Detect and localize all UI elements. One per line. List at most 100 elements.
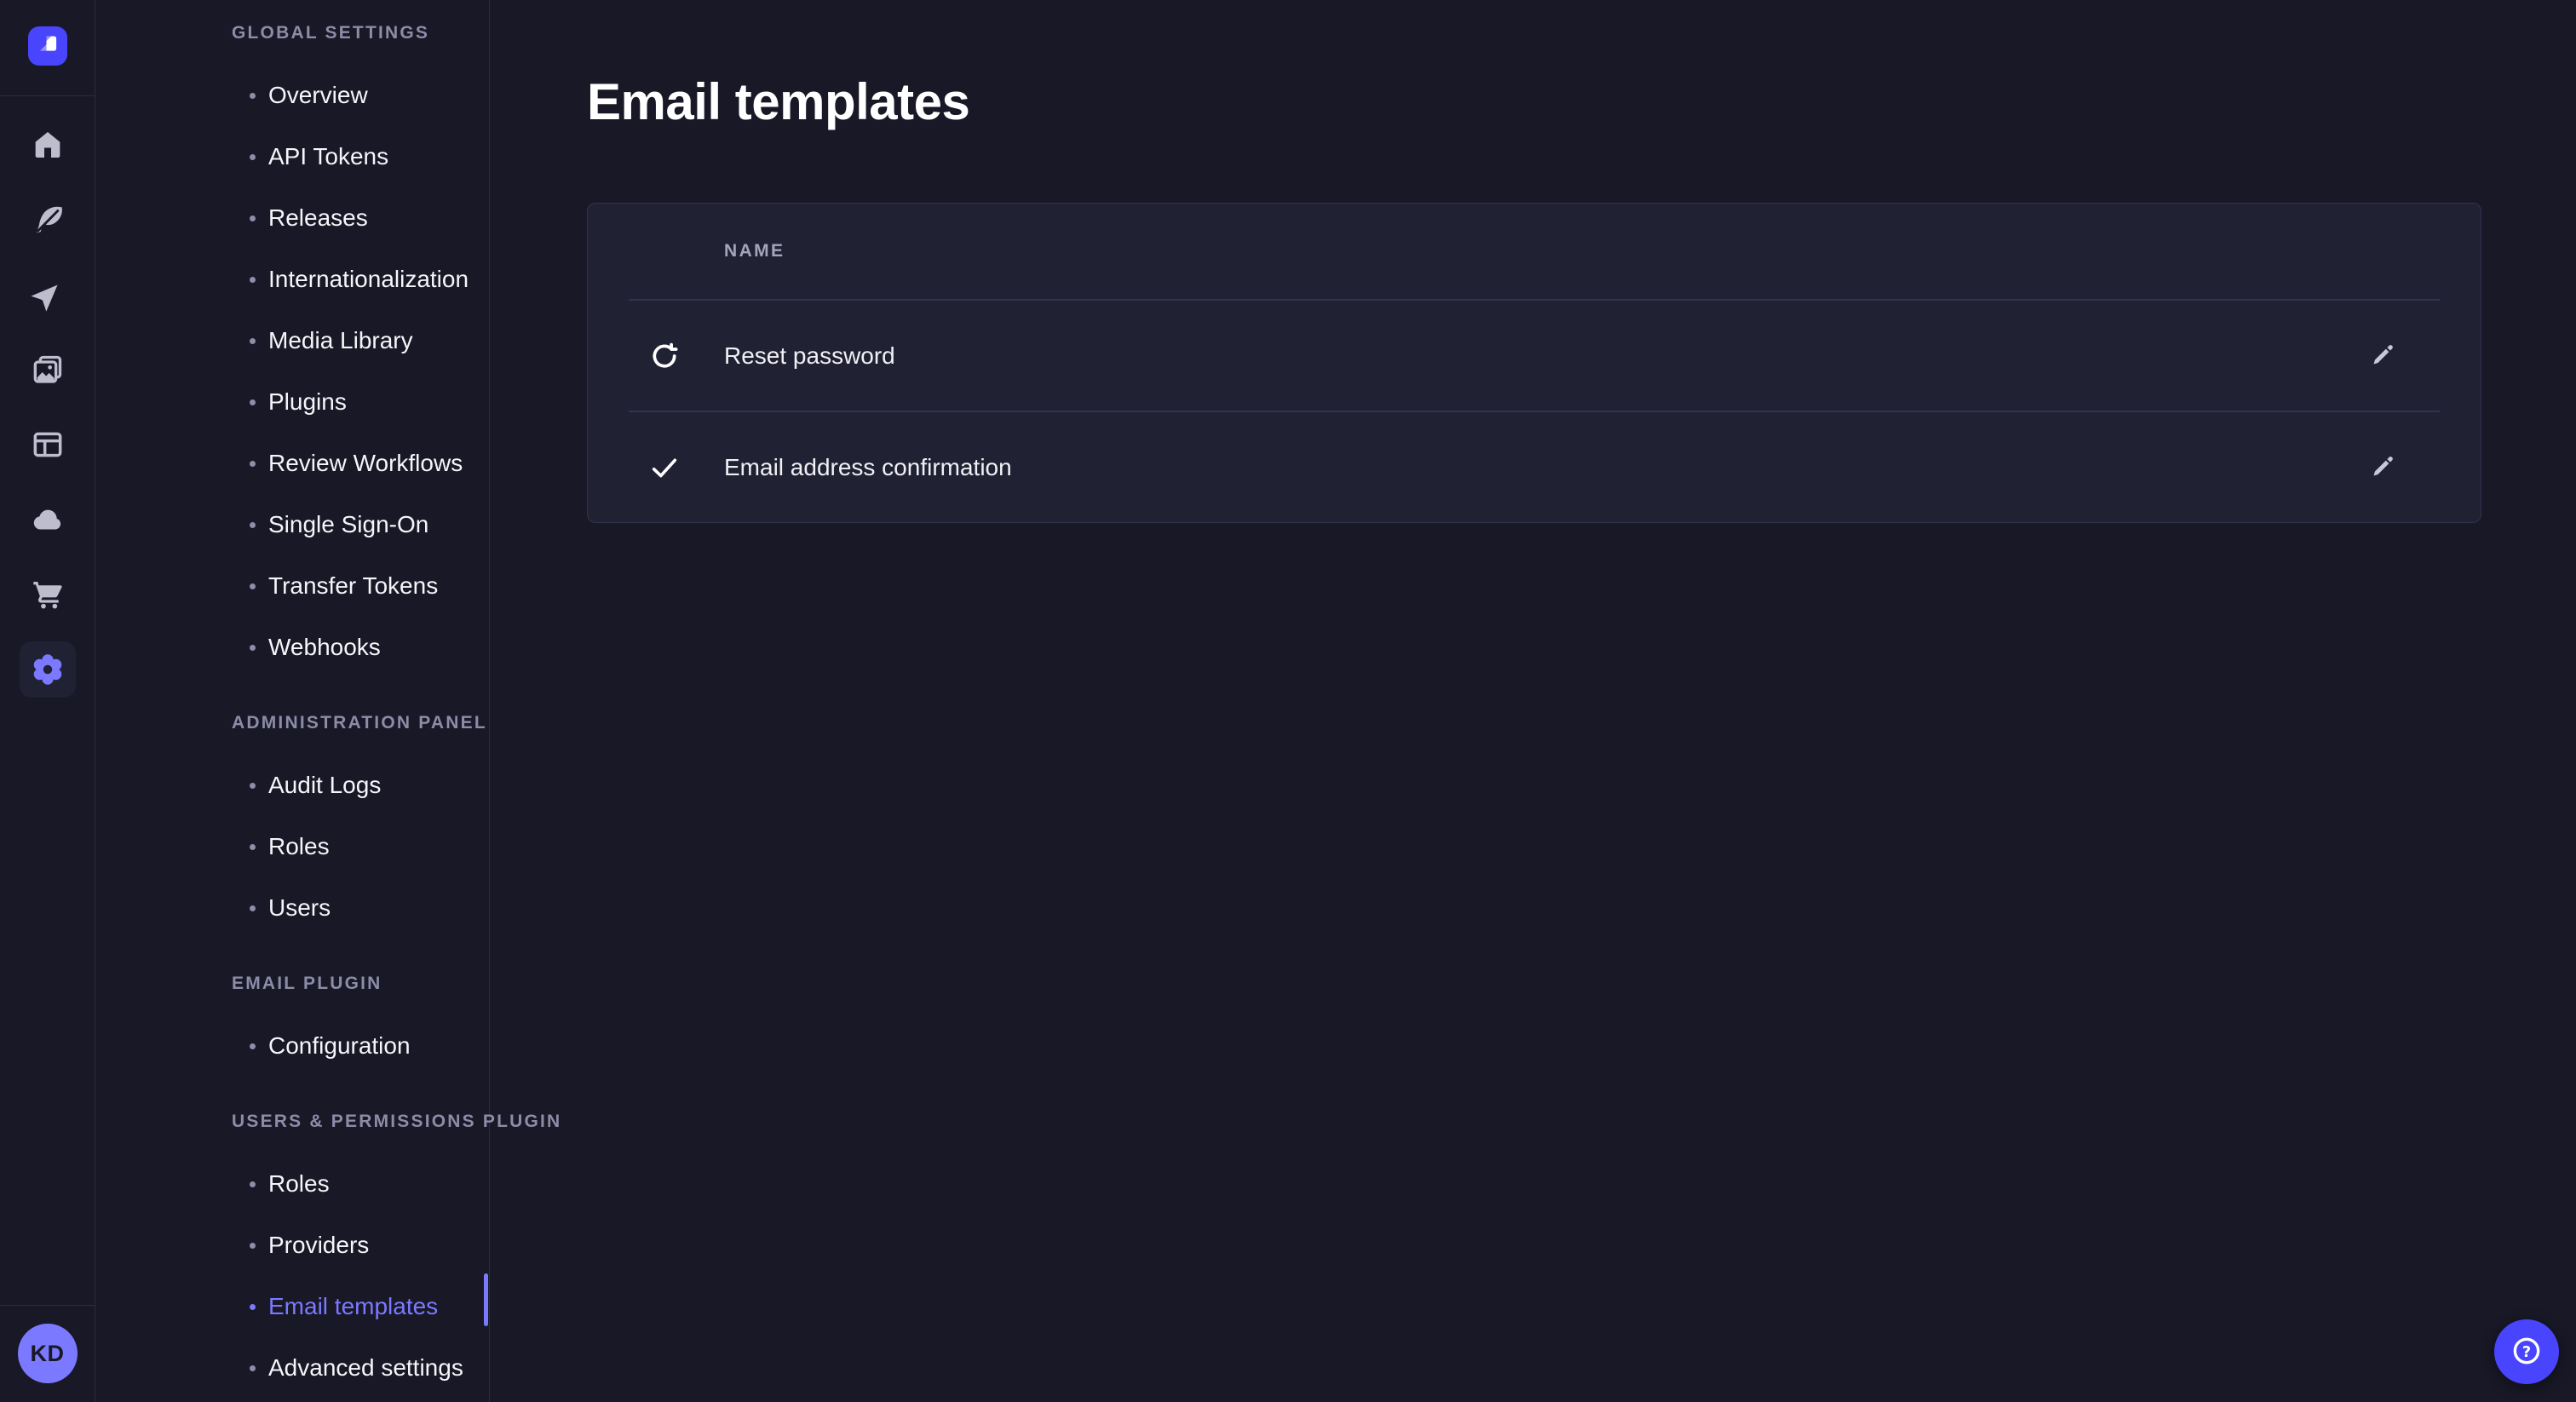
nav-items: Audit Logs Roles Users [95, 755, 489, 939]
nav-item-email-templates[interactable]: Email templates [95, 1276, 489, 1337]
nav-item-label: Users [268, 894, 331, 922]
nav-item-email-configuration[interactable]: Configuration [95, 1015, 489, 1077]
app-window: KD GLOBAL SETTINGS Overview API Tokens R… [0, 0, 2576, 1402]
nav-item-label: Transfer Tokens [268, 572, 438, 600]
nav-item-label: Releases [268, 204, 368, 232]
nav-item-api-tokens[interactable]: API Tokens [95, 126, 489, 187]
nav-item-plugins[interactable]: Plugins [95, 371, 489, 433]
edit-pencil-icon [2369, 451, 2398, 483]
page-title: Email templates [587, 77, 2481, 128]
svg-text:?: ? [2522, 1342, 2531, 1360]
bullet-icon [250, 905, 256, 911]
nav-items: Overview API Tokens Releases Internation… [95, 65, 489, 678]
paper-plane-icon [31, 278, 65, 312]
sidebar-divider [0, 1305, 95, 1306]
nav-item-webhooks[interactable]: Webhooks [95, 617, 489, 678]
nav-item-label: Overview [268, 82, 368, 109]
question-circle-icon: ? [2509, 1333, 2544, 1371]
sidebar-bottom: KD [0, 1305, 95, 1402]
nav-item-label: Configuration [268, 1032, 411, 1060]
email-templates-table: NAME Reset password [587, 203, 2481, 523]
sidebar-item-content-type-builder[interactable] [20, 417, 76, 473]
bullet-icon [250, 1243, 256, 1249]
bullet-icon [250, 1181, 256, 1187]
nav-item-overview[interactable]: Overview [95, 65, 489, 126]
sidebar-item-settings[interactable] [20, 641, 76, 698]
nav-item-review-workflows[interactable]: Review Workflows [95, 433, 489, 494]
cloud-icon [31, 503, 65, 537]
sidebar-item-cloud[interactable] [20, 491, 76, 548]
settings-subnav: GLOBAL SETTINGS Overview API Tokens Rele… [95, 0, 490, 1402]
nav-item-internationalization[interactable]: Internationalization [95, 249, 489, 310]
strapi-logo-icon [28, 26, 67, 67]
nav-item-label: Providers [268, 1232, 369, 1259]
column-header-name: NAME [724, 241, 785, 261]
nav-item-providers[interactable]: Providers [95, 1215, 489, 1276]
nav-item-single-sign-on[interactable]: Single Sign-On [95, 494, 489, 555]
refresh-icon [644, 336, 685, 376]
bullet-icon [250, 215, 256, 221]
nav-section-email-plugin: EMAIL PLUGIN Configuration [95, 966, 489, 1077]
nav-items: Configuration [95, 1015, 489, 1077]
nav-item-label: Advanced settings [268, 1354, 463, 1382]
sidebar-item-releases[interactable] [20, 267, 76, 323]
nav-item-advanced-settings[interactable]: Advanced settings [95, 1337, 489, 1399]
bullet-icon [250, 844, 256, 850]
edit-button[interactable] [2363, 447, 2404, 488]
table-header: NAME [588, 204, 2481, 299]
bullet-icon [250, 783, 256, 789]
bullet-icon [250, 1304, 256, 1310]
sidebar-item-marketplace[interactable] [20, 566, 76, 623]
home-icon [31, 128, 65, 162]
nav-item-label: Single Sign-On [268, 511, 428, 538]
edit-button[interactable] [2363, 336, 2404, 376]
bullet-icon [250, 154, 256, 160]
marketplace-cart-icon [31, 577, 65, 612]
nav-item-label: Review Workflows [268, 450, 463, 477]
settings-gear-icon [32, 653, 64, 686]
nav-section-global-settings: GLOBAL SETTINGS Overview API Tokens Rele… [95, 15, 489, 678]
sidebar-item-home[interactable] [20, 117, 76, 173]
help-button[interactable]: ? [2494, 1319, 2559, 1384]
bullet-icon [250, 93, 256, 99]
nav-item-label: Roles [268, 1170, 330, 1198]
nav-section-title: GLOBAL SETTINGS [95, 15, 489, 51]
nav-section-title: USERS & PERMISSIONS PLUGIN [95, 1104, 489, 1140]
user-avatar[interactable]: KD [18, 1324, 78, 1383]
table-row-reset-password[interactable]: Reset password [588, 301, 2481, 411]
layout-builder-icon [31, 428, 65, 462]
table-row-email-address-confirmation[interactable]: Email address confirmation [588, 412, 2481, 522]
edit-pencil-icon [2369, 340, 2398, 371]
sidebar-item-content-manager[interactable] [20, 192, 76, 248]
nav-item-audit-logs[interactable]: Audit Logs [95, 755, 489, 816]
template-name: Email address confirmation [724, 454, 1012, 481]
bullet-icon [250, 338, 256, 344]
media-library-icon [31, 353, 65, 387]
bullet-icon [250, 1043, 256, 1049]
nav-section-users-permissions-plugin: USERS & PERMISSIONS PLUGIN Roles Provide… [95, 1104, 489, 1399]
nav-item-media-library[interactable]: Media Library [95, 310, 489, 371]
nav-item-label: Internationalization [268, 266, 469, 293]
nav-item-admin-roles[interactable]: Roles [95, 816, 489, 877]
nav-scrollbar-thumb[interactable] [484, 1273, 488, 1326]
bullet-icon [250, 461, 256, 467]
sidebar-divider [0, 95, 95, 96]
main-content: Email templates NAME Reset password [490, 0, 2576, 1402]
nav-section-title: ADMINISTRATION PANEL [95, 705, 489, 741]
nav-item-transfer-tokens[interactable]: Transfer Tokens [95, 555, 489, 617]
nav-item-up-roles[interactable]: Roles [95, 1153, 489, 1215]
nav-item-label: Plugins [268, 388, 347, 416]
nav-item-label: Media Library [268, 327, 413, 354]
nav-item-label: Webhooks [268, 634, 381, 661]
workspace-logo-button[interactable] [28, 26, 67, 66]
sidebar-icon-nav [20, 117, 76, 698]
nav-section-title: EMAIL PLUGIN [95, 966, 489, 1002]
bullet-icon [250, 583, 256, 589]
nav-item-label: Roles [268, 833, 330, 860]
nav-item-admin-users[interactable]: Users [95, 877, 489, 939]
sidebar-item-media-library[interactable] [20, 342, 76, 398]
nav-item-label: Email templates [268, 1293, 438, 1320]
icon-sidebar: KD [0, 0, 95, 1402]
nav-item-releases[interactable]: Releases [95, 187, 489, 249]
bullet-icon [250, 522, 256, 528]
